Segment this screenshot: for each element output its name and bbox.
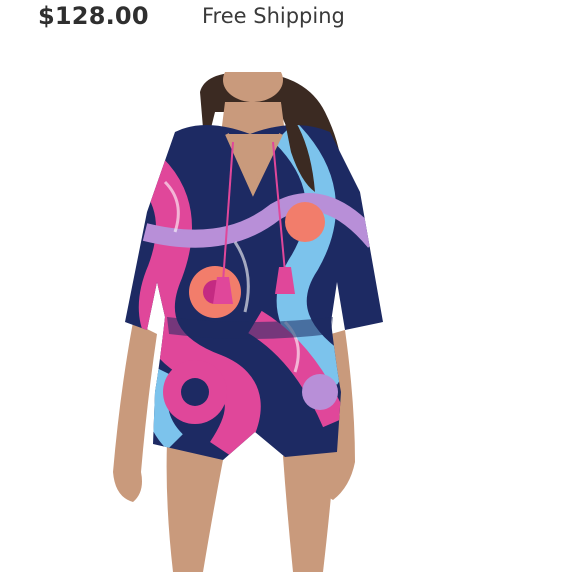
listing-card: $128.00 Free Shipping — [0, 0, 580, 580]
product-image[interactable] — [105, 72, 395, 580]
left-leg — [166, 442, 223, 572]
left-arm — [113, 322, 157, 502]
price-row: $128.00 Free Shipping — [0, 0, 580, 40]
price: $128.00 — [38, 2, 149, 30]
right-leg — [283, 450, 335, 572]
shipping-label: Free Shipping — [202, 4, 345, 28]
product-photo-illustration — [113, 72, 383, 572]
